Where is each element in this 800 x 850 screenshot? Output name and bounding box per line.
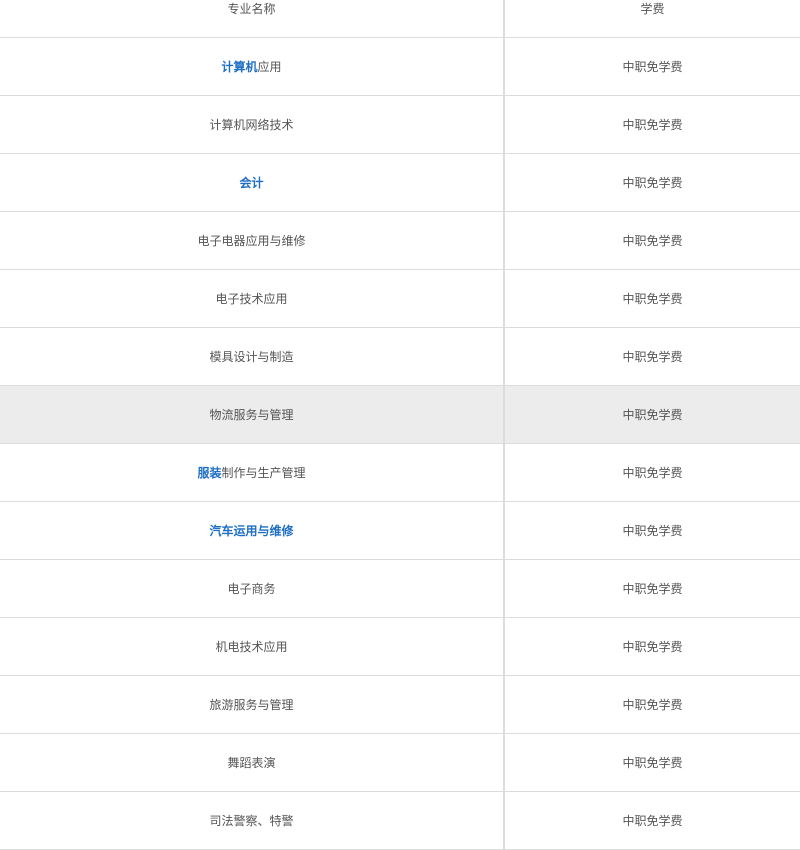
tuition-cell: 中职免学费 (622, 234, 683, 248)
major-link[interactable]: 服装 (197, 464, 221, 481)
major-name-text: 电子技术应用 (215, 292, 288, 306)
tuition-table: 专业名称 学费 计算机 应用 中职免学费 计算机网络技术 中职免学费 会计 中职免… (0, 0, 800, 850)
major-name-cell: 电子电器应用与维修 (0, 212, 505, 269)
tuition-cell: 中职免学费 (622, 118, 683, 132)
tuition-cell: 中职免学费 (622, 350, 683, 364)
table-row: 司法警察、特警 中职免学费 (0, 792, 800, 850)
tuition-cell: 中职免学费 (622, 814, 683, 828)
table-header-row: 专业名称 学费 (0, 0, 800, 38)
table-row: 电子商务 中职免学费 (0, 560, 800, 618)
tuition-cell: 中职免学费 (622, 292, 683, 306)
tuition-cell: 中职免学费 (622, 466, 683, 480)
major-name-text: 旅游服务与管理 (209, 698, 294, 712)
table-row: 旅游服务与管理 中职免学费 (0, 676, 800, 734)
major-name-cell: 模具设计与制造 (0, 328, 505, 385)
major-name-text: 应用 (257, 60, 282, 74)
tuition-cell: 中职免学费 (622, 640, 683, 654)
table-row-hovered[interactable]: 物流服务与管理 中职免学费 (0, 386, 800, 444)
major-link[interactable]: 汽车运用与维修 (209, 522, 293, 539)
header-major-name: 专业名称 (0, 0, 505, 37)
tuition-cell: 中职免学费 (622, 408, 683, 422)
major-name-cell: 电子技术应用 (0, 270, 505, 327)
table-row: 汽车运用与维修 中职免学费 (0, 502, 800, 560)
major-name-text: 制作与生产管理 (221, 466, 306, 480)
tuition-cell: 中职免学费 (622, 698, 683, 712)
major-name-text: 司法警察、特警 (209, 814, 294, 828)
major-name-text: 模具设计与制造 (209, 350, 294, 364)
table-row: 舞蹈表演 中职免学费 (0, 734, 800, 792)
tuition-cell: 中职免学费 (622, 176, 683, 190)
tuition-cell: 中职免学费 (622, 524, 683, 538)
major-name-text: 机电技术应用 (215, 640, 288, 654)
table-row: 服装 制作与生产管理 中职免学费 (0, 444, 800, 502)
major-link[interactable]: 会计 (239, 174, 263, 191)
tuition-cell: 中职免学费 (622, 756, 683, 770)
header-tuition: 学费 (640, 2, 665, 16)
major-name-cell: 计算机网络技术 (0, 96, 505, 153)
major-name-text: 电子商务 (227, 582, 276, 596)
table-row: 计算机网络技术 中职免学费 (0, 96, 800, 154)
table-row: 电子电器应用与维修 中职免学费 (0, 212, 800, 270)
major-name-cell: 服装 制作与生产管理 (0, 444, 505, 501)
tuition-cell: 中职免学费 (622, 60, 683, 74)
major-name-text: 舞蹈表演 (227, 756, 276, 770)
table-row: 模具设计与制造 中职免学费 (0, 328, 800, 386)
major-name-text: 计算机网络技术 (209, 118, 294, 132)
major-link[interactable]: 计算机 (221, 58, 257, 75)
major-name-cell: 舞蹈表演 (0, 734, 505, 791)
major-name-text: 物流服务与管理 (209, 408, 294, 422)
major-name-cell: 会计 (0, 154, 505, 211)
major-name-cell: 司法警察、特警 (0, 792, 505, 849)
table-row: 电子技术应用 中职免学费 (0, 270, 800, 328)
major-name-cell: 物流服务与管理 (0, 386, 505, 443)
major-name-cell: 旅游服务与管理 (0, 676, 505, 733)
tuition-cell: 中职免学费 (622, 582, 683, 596)
table-row: 机电技术应用 中职免学费 (0, 618, 800, 676)
table-row: 计算机 应用 中职免学费 (0, 38, 800, 96)
major-name-cell: 汽车运用与维修 (0, 502, 505, 559)
major-name-text: 电子电器应用与维修 (197, 234, 306, 248)
table-row: 会计 中职免学费 (0, 154, 800, 212)
major-name-cell: 计算机 应用 (0, 38, 505, 95)
major-name-cell: 电子商务 (0, 560, 505, 617)
major-name-cell: 机电技术应用 (0, 618, 505, 675)
